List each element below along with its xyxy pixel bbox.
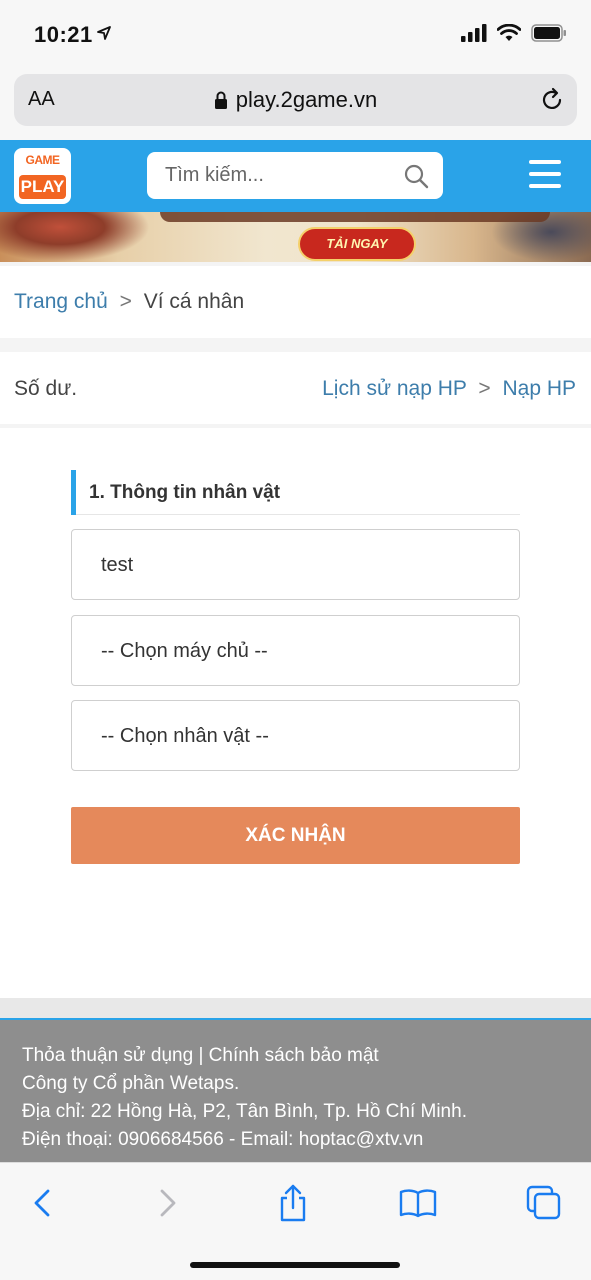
footer-divider: [0, 998, 591, 1020]
breadcrumb-separator: >: [119, 290, 132, 313]
footer-company-line: Công ty Cổ phần Wetaps.: [22, 1073, 240, 1094]
server-select[interactable]: -- Chọn máy chủ --: [71, 615, 520, 686]
balance-row: Số dư. Lịch sử nạp HP > Nạp HP: [0, 352, 591, 424]
section-header: 1. Thông tin nhân vật: [71, 470, 520, 515]
footer-terms-line[interactable]: Thỏa thuận sử dụng | Chính sách bảo mật: [22, 1042, 569, 1070]
account-field[interactable]: test: [71, 529, 520, 600]
status-time: 10:21: [34, 22, 93, 47]
server-select-value: -- Chọn máy chủ --: [101, 640, 268, 662]
breadcrumb-home-link[interactable]: Trang chủ: [14, 290, 108, 313]
logo-bottom-text: PLAY: [19, 175, 66, 199]
promo-banner[interactable]: TẢI NGAY: [0, 212, 591, 262]
section-accent-bar: [71, 470, 76, 515]
banner-download-button[interactable]: TẢI NGAY: [298, 227, 416, 261]
breadcrumb-current: Ví cá nhân: [143, 290, 245, 313]
browser-chrome: AA play.2game.vn: [0, 70, 591, 140]
search-icon[interactable]: [403, 163, 429, 189]
address-bar[interactable]: AA play.2game.vn: [14, 74, 577, 126]
lock-icon: [214, 91, 227, 109]
browser-toolbar: [0, 1162, 591, 1280]
back-arrow-icon[interactable]: [22, 1183, 62, 1223]
confirm-button[interactable]: XÁC NHẬN: [71, 807, 520, 864]
section-title: 1. Thông tin nhân vật: [89, 482, 281, 503]
forward-arrow-icon[interactable]: [148, 1183, 188, 1223]
footer-contact-line: Điện thoại: 0906684566 - Email: hoptac@x…: [22, 1129, 424, 1150]
topup-link[interactable]: Nạp HP: [502, 377, 576, 400]
url-text: play.2game.vn: [235, 87, 378, 112]
reload-icon[interactable]: [539, 87, 565, 113]
balance-label: Số dư.: [14, 377, 78, 400]
url-display[interactable]: play.2game.vn: [14, 87, 577, 113]
breadcrumb: Trang chủ > Ví cá nhân: [0, 266, 591, 338]
search-input[interactable]: [165, 152, 395, 199]
site-footer: Thỏa thuận sử dụng | Chính sách bảo mật …: [0, 1020, 591, 1162]
character-info-form: 1. Thông tin nhân vật test -- Chọn máy c…: [0, 428, 591, 998]
hamburger-menu-icon[interactable]: [529, 160, 561, 190]
search-box: [147, 152, 443, 199]
logo-top-text: GAME: [25, 153, 61, 167]
status-bar: 10:21: [0, 0, 591, 70]
character-select-value: -- Chọn nhân vật --: [101, 725, 269, 747]
bookmarks-icon[interactable]: [398, 1183, 438, 1223]
topup-history-link[interactable]: Lịch sử nạp HP: [322, 377, 466, 400]
wifi-icon: [497, 24, 521, 41]
location-arrow-icon: [97, 26, 111, 40]
footer-address-line: Địa chỉ: 22 Hồng Hà, P2, Tân Bình, Tp. H…: [22, 1101, 467, 1122]
signal-icon: [461, 24, 487, 42]
site-header: GAME PLAY: [0, 140, 591, 212]
account-field-value: test: [101, 554, 134, 576]
balance-link-separator: >: [478, 377, 491, 400]
site-logo[interactable]: GAME PLAY: [14, 148, 71, 204]
tabs-icon[interactable]: [524, 1183, 564, 1223]
battery-icon: [531, 24, 566, 42]
share-icon[interactable]: [273, 1183, 313, 1223]
home-indicator[interactable]: [190, 1262, 400, 1268]
character-select[interactable]: -- Chọn nhân vật --: [71, 700, 520, 771]
